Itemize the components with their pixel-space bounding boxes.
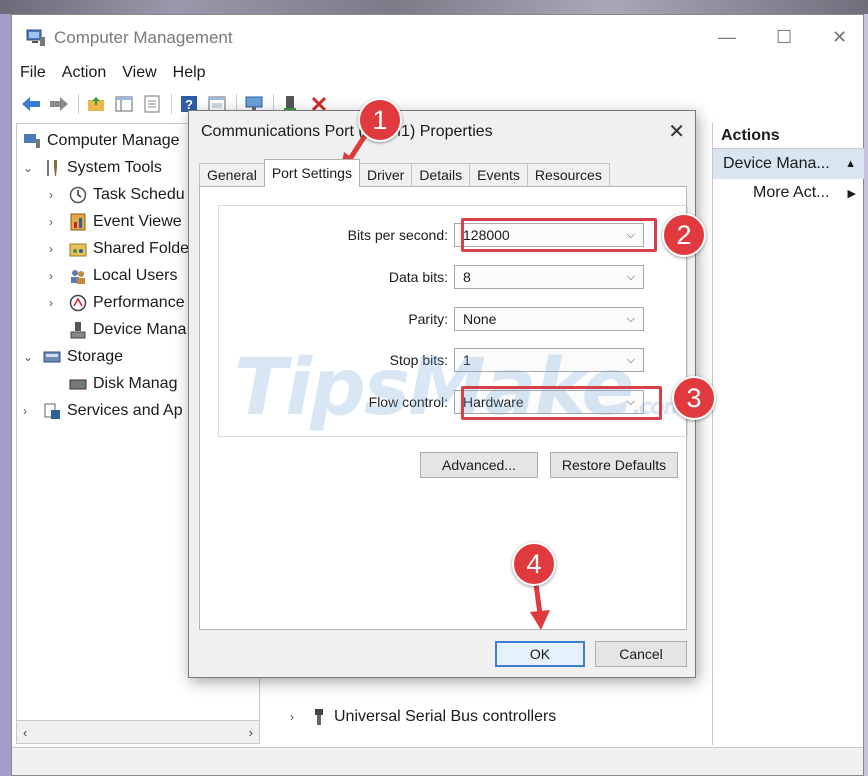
step-badge-4: 4 (512, 542, 556, 586)
annotation-arrows (340, 125, 550, 630)
step-badge-2: 2 (662, 213, 706, 257)
tab-port-settings[interactable]: Port Settings (263, 159, 360, 187)
step-badge-1: 1 (358, 98, 402, 142)
step-badge-3: 3 (672, 376, 716, 420)
